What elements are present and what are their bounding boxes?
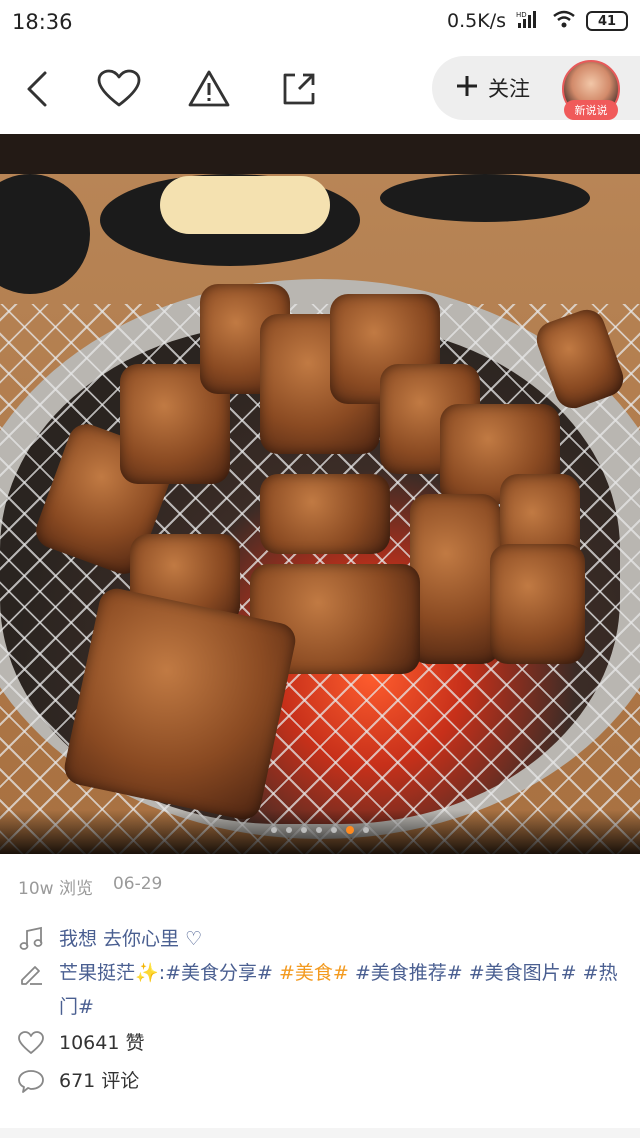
post-date: 06-29 (112, 874, 163, 894)
view-count: 10w 浏览 (18, 879, 93, 899)
like-icon (18, 1030, 44, 1056)
hashtag[interactable]: #美食推荐# (355, 962, 463, 984)
heart-icon[interactable] (96, 66, 142, 112)
svg-text:HD: HD (516, 11, 527, 19)
network-speed: 0.5K/s (447, 10, 506, 32)
song-row[interactable]: 我想 去你心里 ♡ (18, 922, 202, 956)
carousel-indicator (0, 826, 640, 834)
hashtag[interactable]: #美食# (279, 962, 349, 984)
comments-row[interactable]: 671 评论 (18, 1064, 139, 1098)
follow-label: 关注 (488, 77, 530, 101)
avatar-tag: 新说说 (564, 100, 618, 120)
music-note-icon (18, 926, 44, 952)
song-title[interactable]: 我想 去你心里 ♡ (59, 922, 202, 956)
follow-button[interactable]: 关注 (456, 68, 530, 108)
status-indicators: 0.5K/s HD 41 (447, 9, 628, 33)
likes-row[interactable]: 10641 赞 (18, 1026, 144, 1060)
plus-icon (456, 75, 478, 102)
warning-icon[interactable] (186, 66, 232, 112)
description-row: 芒果挺茫✨:#美食分享# #美食# #美食推荐# #美食图片# #热门# (18, 956, 619, 1024)
like-count: 10641 赞 (59, 1032, 145, 1054)
post-meta: 10w 浏览 06-29 (18, 874, 162, 899)
carousel-dot[interactable] (316, 827, 322, 833)
share-icon[interactable] (276, 66, 322, 112)
comment-count: 671 评论 (59, 1070, 140, 1092)
section-divider (0, 1128, 640, 1138)
carousel-dot[interactable] (271, 827, 277, 833)
hashtag[interactable]: #美食分享# (165, 962, 273, 984)
carousel-dot[interactable] (346, 826, 354, 834)
carousel-dot[interactable] (286, 827, 292, 833)
pencil-icon (18, 960, 44, 986)
status-bar: 18:36 0.5K/s HD 41 (0, 0, 640, 46)
author-name[interactable]: 芒果挺茫 (59, 962, 135, 984)
signal-icon: HD (516, 9, 542, 33)
back-icon[interactable] (14, 66, 60, 112)
battery-icon: 41 (586, 11, 628, 31)
comment-icon (18, 1068, 44, 1094)
status-time: 18:36 (12, 10, 73, 34)
carousel-dot[interactable] (301, 827, 307, 833)
post-photo[interactable] (0, 134, 640, 854)
carousel-dot[interactable] (331, 827, 337, 833)
hashtag[interactable]: #美食图片# (469, 962, 577, 984)
carousel-dot[interactable] (363, 827, 369, 833)
post-description: 芒果挺茫✨:#美食分享# #美食# #美食推荐# #美食图片# #热门# (59, 956, 619, 1024)
author-emoji: ✨ (135, 962, 159, 984)
wifi-icon (552, 9, 576, 33)
